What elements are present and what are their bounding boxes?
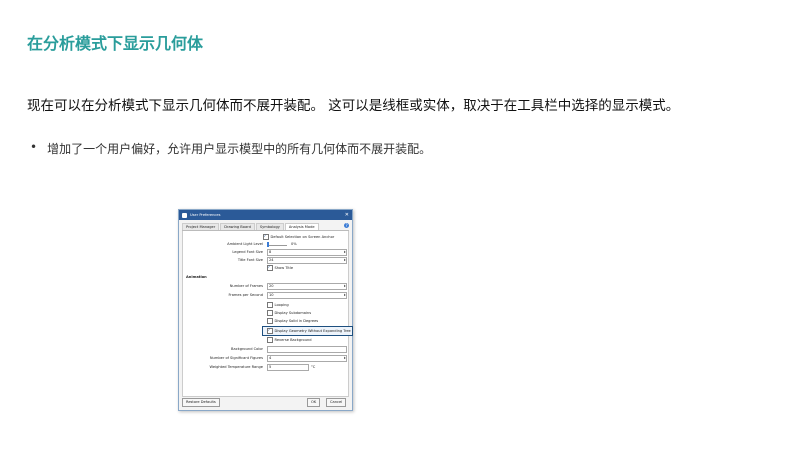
temp-unit: °C bbox=[311, 365, 316, 369]
frames-per-second-label: Frames per Second bbox=[228, 293, 263, 297]
cancel-button[interactable]: Cancel bbox=[326, 398, 347, 407]
frames-per-second-value: 10 bbox=[269, 293, 274, 297]
number-of-frames-value: 20 bbox=[269, 284, 274, 288]
bullet-item: • 增加了一个用户偏好，允许用户显示模型中的所有几何体而不展开装配。 bbox=[30, 140, 431, 157]
looping-checkbox[interactable] bbox=[267, 302, 273, 308]
display-subdomains-row[interactable]: Display Subdomains bbox=[267, 310, 311, 316]
reverse-background-row[interactable]: Reverse Background bbox=[267, 337, 312, 343]
sig-figures-value: 4 bbox=[269, 356, 272, 360]
display-geometry-checkbox[interactable] bbox=[267, 327, 273, 334]
temp-range-value: 5 bbox=[269, 365, 272, 369]
bullet-text: 增加了一个用户偏好，允许用户显示模型中的所有几何体而不展开装配。 bbox=[47, 142, 432, 156]
animation-section-label: Animation bbox=[186, 275, 207, 279]
display-geometry-row[interactable]: Display Geometry Without Expanding Tree bbox=[267, 327, 351, 334]
legend-font-size-value: 8 bbox=[269, 250, 272, 254]
display-subdomains-checkbox[interactable] bbox=[267, 310, 273, 316]
title-font-size-value: 24 bbox=[269, 258, 274, 262]
bullet-symbol: • bbox=[30, 140, 38, 154]
display-solid-row[interactable]: Display Solid in Degrees bbox=[267, 318, 318, 324]
title-font-size-label: Title Font Size bbox=[237, 258, 263, 262]
display-solid-label: Display Solid in Degrees bbox=[274, 318, 319, 323]
dialog-titlebar: User Preferences ✕ bbox=[179, 210, 352, 220]
legend-font-size-label: Legend Font Size bbox=[232, 250, 263, 254]
background-color-label: Background Color bbox=[231, 347, 263, 351]
number-of-frames-label: Number of Frames bbox=[229, 284, 263, 288]
close-icon[interactable]: ✕ bbox=[345, 212, 349, 218]
show-title-row[interactable]: Show Title bbox=[267, 264, 294, 271]
frames-per-second-input[interactable]: 10 ⬍ bbox=[267, 292, 347, 299]
show-title-label: Show Title bbox=[274, 265, 294, 270]
ambient-light-label: Ambient Light Level bbox=[227, 242, 263, 246]
ambient-light-thumb[interactable] bbox=[267, 242, 269, 247]
analysis-mode-panel: Default Selection on Screen Anchor Ambie… bbox=[182, 231, 353, 397]
temp-range-label: Weighted Temperature Range bbox=[209, 365, 263, 369]
slide-title: 在分析模式下显示几何体 bbox=[27, 34, 204, 53]
sig-figures-label: Number of Significant Figures bbox=[209, 356, 263, 360]
app-icon bbox=[182, 212, 187, 218]
reverse-background-checkbox[interactable] bbox=[267, 337, 273, 343]
reverse-background-label: Reverse Background bbox=[274, 337, 312, 342]
default-selection-checkbox[interactable] bbox=[263, 233, 269, 240]
restore-defaults-button[interactable]: Restore Defaults bbox=[182, 398, 220, 407]
display-geometry-label: Display Geometry Without Expanding Tree bbox=[274, 328, 351, 333]
default-selection-label: Default Selection on Screen Anchor bbox=[270, 234, 335, 239]
ambient-light-slider[interactable] bbox=[267, 245, 287, 246]
looping-label: Looping bbox=[274, 302, 289, 307]
spinner-icon[interactable]: ⬍ bbox=[342, 258, 346, 262]
tab-project-manager[interactable]: Project Manager bbox=[182, 223, 220, 230]
help-icon[interactable]: ? bbox=[344, 223, 349, 228]
dialog-title: User Preferences bbox=[190, 213, 221, 217]
slide-paragraph: 现在可以在分析模式下显示几何体而不展开装配。 这可以是线框或实体，取决于在工具栏… bbox=[27, 98, 680, 114]
tab-bar: Project Manager Drawing Board Symbology … bbox=[182, 223, 349, 231]
spinner-icon[interactable]: ⬍ bbox=[342, 284, 346, 288]
background-color-input[interactable] bbox=[267, 346, 347, 353]
spinner-icon[interactable]: ⬍ bbox=[342, 250, 346, 254]
display-solid-checkbox[interactable] bbox=[267, 318, 273, 324]
show-title-checkbox[interactable] bbox=[267, 264, 273, 271]
user-preferences-dialog: User Preferences ✕ Project Manager Drawi… bbox=[178, 209, 353, 411]
default-selection-row[interactable]: Default Selection on Screen Anchor bbox=[263, 233, 335, 240]
tab-symbology[interactable]: Symbology bbox=[255, 223, 284, 230]
legend-font-size-input[interactable]: 8 ⬍ bbox=[267, 249, 347, 256]
ambient-light-value: 0% bbox=[291, 242, 297, 246]
display-subdomains-label: Display Subdomains bbox=[274, 310, 312, 315]
title-font-size-input[interactable]: 24 ⬍ bbox=[267, 257, 347, 264]
number-of-frames-input[interactable]: 20 ⬍ bbox=[267, 283, 347, 290]
tab-analysis-mode[interactable]: Analysis Mode bbox=[284, 223, 319, 230]
spinner-icon[interactable]: ⬍ bbox=[342, 356, 346, 360]
tab-drawing-board[interactable]: Drawing Board bbox=[220, 223, 255, 230]
ok-button[interactable]: OK bbox=[307, 398, 321, 407]
temp-range-input[interactable]: 5 bbox=[267, 364, 309, 371]
looping-row[interactable]: Looping bbox=[267, 302, 289, 308]
sig-figures-input[interactable]: 4 ⬍ bbox=[267, 355, 347, 362]
spinner-icon[interactable]: ⬍ bbox=[342, 293, 346, 297]
